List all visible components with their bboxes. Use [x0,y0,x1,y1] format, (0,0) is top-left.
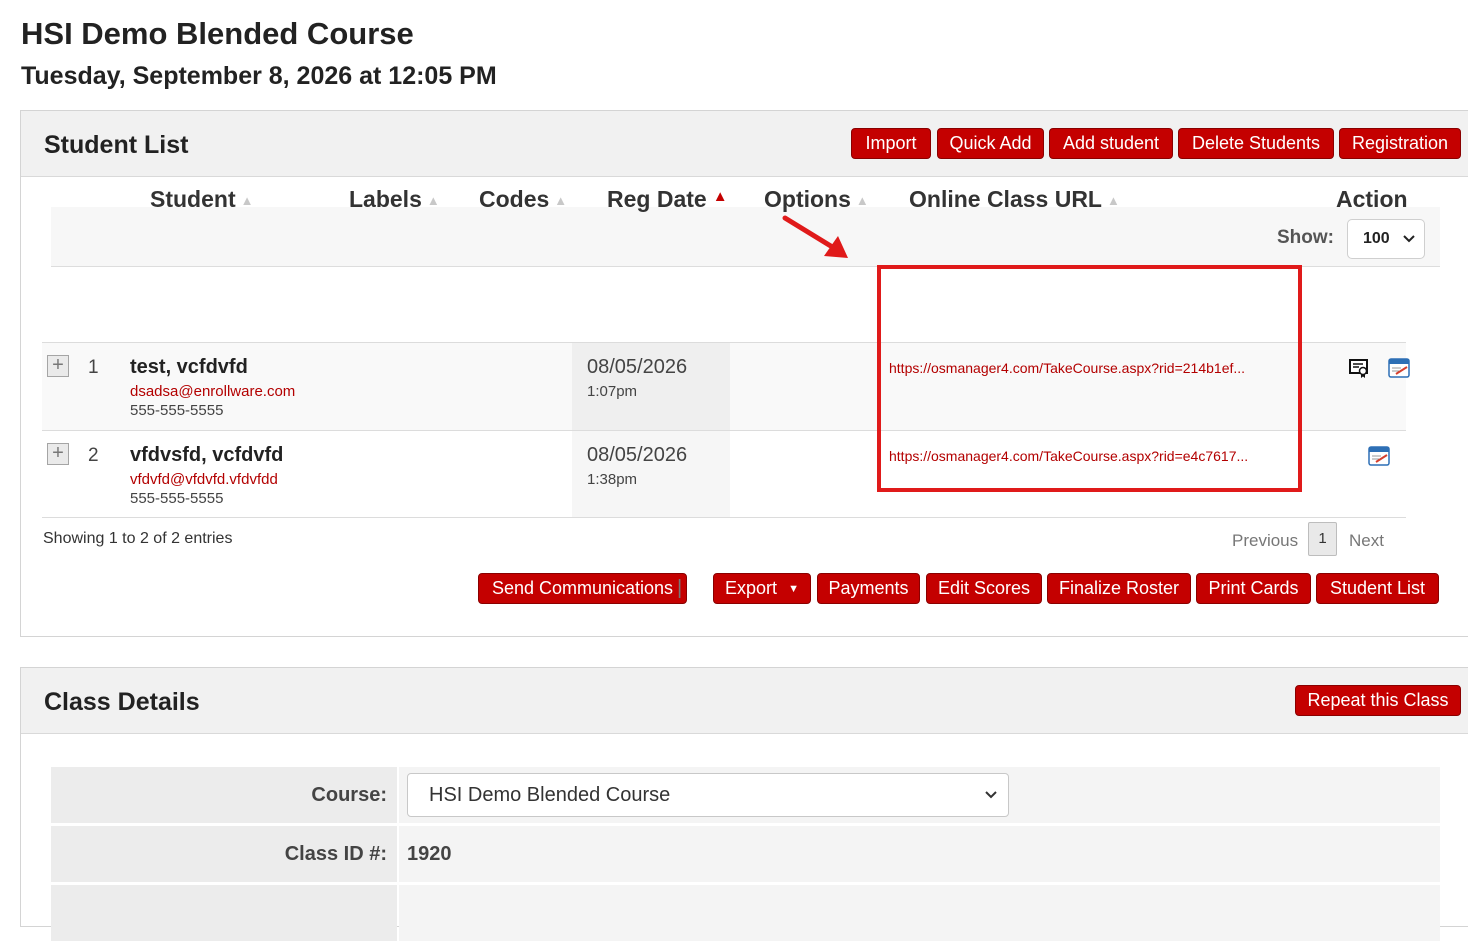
next-detail-row [51,885,1440,941]
row-number: 1 [88,357,99,378]
row-number: 2 [88,445,99,466]
plus-expand-icon[interactable]: + [47,443,69,465]
chevron-down-icon [1402,220,1416,272]
finalize-roster-button[interactable]: Finalize Roster [1047,573,1191,604]
course-select[interactable]: HSI Demo Blended Course [407,773,1009,817]
class-details-header: Class Details Repeat this Class [21,668,1468,734]
delete-students-button[interactable]: Delete Students [1178,128,1334,159]
student-name[interactable]: vfdvsfd, vcfdvfd [130,444,283,467]
edit-scores-button[interactable]: Edit Scores [926,573,1042,604]
sort-icon: ▲ [240,193,254,208]
column-header-label: Student [150,186,236,212]
reg-time: 1:07pm [587,383,638,400]
class-id-row: Class ID #: 1920 [51,826,1440,882]
sort-icon: ▲ [554,193,568,208]
annotation-arrow [782,215,848,258]
class-id-label: Class ID #: [51,826,397,882]
student-email[interactable]: dsadsa@enrollware.com [130,383,295,400]
table-bottom-divider [42,517,1406,518]
column-header-options[interactable]: Options ▲ [764,186,869,213]
caret-down-icon: ▼ [788,583,799,595]
sort-icon: ▲ [855,193,869,208]
column-header-label: Codes [479,186,550,212]
class-details-title: Class Details [44,688,200,716]
reg-time: 1:38pm [587,471,638,488]
reg-date: 08/05/2026 [587,356,688,378]
column-header-label: Online Class URL [909,186,1102,212]
send-communications-button[interactable]: Send Communications [478,573,687,604]
export-label: Export [725,578,778,598]
class-details-panel: Class Details Repeat this Class Course: … [20,667,1468,941]
student-list-title: Student List [44,131,189,159]
class-id-value: 1920 [407,843,452,865]
reg-date: 08/05/2026 [587,444,688,466]
next-detail-value-cell [399,885,1440,941]
column-header-label: Reg Date [607,186,707,212]
add-student-button[interactable]: Add student [1049,128,1173,159]
show-entries-select[interactable]: 100 [1347,219,1425,259]
calendar-edit-icon[interactable] [1388,357,1410,379]
column-header-student[interactable]: Student ▲ [150,186,253,213]
page-datetime: Tuesday, September 8, 2026 at 12:05 PM [21,62,497,90]
column-header-label: Action [1336,186,1408,212]
column-header-online-class-url[interactable]: Online Class URL ▲ [909,186,1120,213]
course-select-value: HSI Demo Blended Course [429,784,671,806]
pagination-previous[interactable]: Previous [1232,531,1298,551]
show-label: Show: [1277,227,1334,248]
pagination-page-1[interactable]: 1 [1308,522,1337,556]
sort-ascending-icon: ▲ [712,188,728,205]
column-header-labels[interactable]: Labels ▲ [349,186,440,213]
student-phone: 555-555-5555 [130,490,224,507]
plus-expand-icon[interactable]: + [47,355,69,377]
print-cards-button[interactable]: Print Cards [1196,573,1311,604]
entries-info: Showing 1 to 2 of 2 entries [43,530,233,547]
column-header-action: Action [1336,186,1408,213]
calendar-edit-icon[interactable] [1368,445,1390,467]
next-detail-label [51,885,397,941]
sort-icon: ▲ [426,193,440,208]
student-name[interactable]: test, vcfdvfd [130,356,248,379]
column-header-codes[interactable]: Codes ▲ [479,186,567,213]
class-id-value-cell: 1920 [399,826,1440,882]
payments-button[interactable]: Payments [817,573,920,604]
student-email[interactable]: vfdvfd@vfdvfd.vfdvfdd [130,471,278,488]
chevron-down-icon [984,774,998,833]
column-header-label: Labels [349,186,422,212]
annotation-highlight-box [877,265,1302,492]
export-dropdown-button[interactable]: Export ▼ [713,573,811,604]
registration-button[interactable]: Registration [1339,128,1461,159]
import-button[interactable]: Import [851,128,931,159]
certificate-icon[interactable] [1348,357,1370,379]
pagination-next[interactable]: Next [1349,531,1384,551]
button-separator: | [677,577,683,599]
column-header-reg-date[interactable]: Reg Date ▲ [607,186,728,213]
page-title: HSI Demo Blended Course [21,16,414,51]
student-list-button[interactable]: Student List [1316,573,1439,604]
student-list-header: Student List Import Quick Add Add studen… [21,111,1468,177]
course-row: Course: HSI Demo Blended Course [51,767,1440,823]
show-entries-value: 100 [1363,230,1390,247]
course-label: Course: [51,767,397,823]
column-header-label: Options [764,186,851,212]
repeat-class-button[interactable]: Repeat this Class [1295,685,1461,716]
course-value-cell: HSI Demo Blended Course [399,767,1440,823]
student-phone: 555-555-5555 [130,402,224,419]
sort-icon: ▲ [1106,193,1120,208]
show-entries-bar: Show: 100 [51,207,1440,267]
quick-add-button[interactable]: Quick Add [937,128,1044,159]
